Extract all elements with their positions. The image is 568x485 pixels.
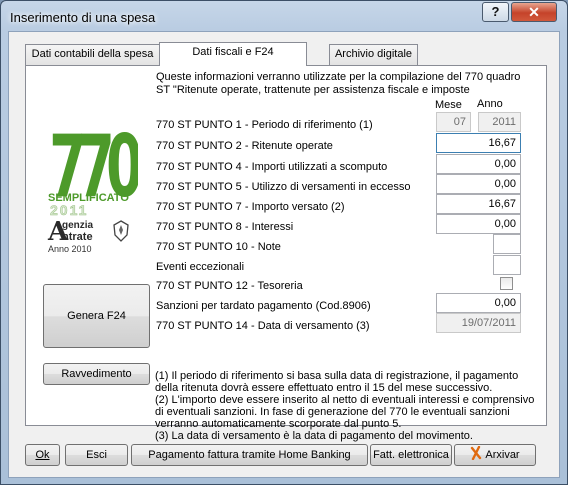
tab-archivio-digitale[interactable]: Archivio digitale xyxy=(329,44,418,65)
help-button[interactable]: ? xyxy=(482,2,509,22)
field-interessi[interactable]: 0,00 xyxy=(436,214,521,234)
esci-label: Esci xyxy=(86,449,107,461)
logo-agenzia-initial: A xyxy=(48,217,69,247)
logo-entrate: ntrate xyxy=(62,231,93,243)
tab-panel-dati-fiscali: 770 SEMPLIFICATO 2011 A genzia ntrate An… xyxy=(25,65,547,442)
arxivar-label: Arxivar xyxy=(485,449,520,461)
field-versamenti-eccesso[interactable]: 0,00 xyxy=(436,174,521,194)
tab-dati-contabili[interactable]: Dati contabili della spesa xyxy=(25,44,160,65)
label-punto-4: 770 ST PUNTO 4 - Importi utilizzati a sc… xyxy=(156,161,388,173)
genera-f24-button[interactable]: Genera F24 xyxy=(43,284,150,348)
label-punto-7: 770 ST PUNTO 7 - Importo versato (2) xyxy=(156,201,345,213)
footnote-line: della ritenuta dovrà essere effettuato e… xyxy=(155,382,493,394)
label-punto-12: 770 ST PUNTO 12 - Tesoreria xyxy=(156,280,303,292)
footnote-line: (1) Il periodo di riferimento si basa su… xyxy=(155,370,519,382)
field-periodo-anno[interactable]: 2011 xyxy=(478,112,521,132)
label-punto-8: 770 ST PUNTO 8 - Interessi xyxy=(156,221,294,233)
title-bar[interactable]: Inserimento di una spesa ? ✕ xyxy=(1,1,567,31)
label-punto-14: 770 ST PUNTO 14 - Data di versamento (3) xyxy=(156,320,370,332)
footnote-line: (2) L'importo deve essere inserito al ne… xyxy=(155,394,535,406)
label-sanzioni: Sanzioni per tardato pagamento (Cod.8906… xyxy=(156,300,371,312)
column-header-anno: Anno xyxy=(477,98,503,110)
checkbox-tesoreria[interactable] xyxy=(500,277,513,290)
footnote-line: (3) La data di versamento è la data di p… xyxy=(155,430,473,442)
field-eventi-eccezionali[interactable] xyxy=(493,255,521,275)
window-title: Inserimento di una spesa xyxy=(10,10,156,25)
fatt-elettronica-label: Fatt. elettronica xyxy=(373,449,449,461)
ok-label: Ok xyxy=(35,449,50,461)
label-punto-2: 770 ST PUNTO 2 - Ritenute operate xyxy=(156,140,333,152)
field-importi-scomputo[interactable]: 0,00 xyxy=(436,154,521,174)
arxivar-button[interactable]: Arxivar xyxy=(454,444,536,466)
field-ritenute-operate[interactable]: 16,67 xyxy=(436,133,521,153)
close-button[interactable]: ✕ xyxy=(511,2,557,22)
logo-year: 2011 xyxy=(50,202,89,219)
emblem-icon xyxy=(113,220,129,242)
modello-770-logo: 770 SEMPLIFICATO 2011 A genzia ntrate An… xyxy=(48,116,150,256)
genera-f24-label: Genera F24 xyxy=(67,310,126,322)
dialog-client-area: Dati contabili della spesa Dati fiscali … xyxy=(8,31,560,478)
fatt-elettronica-button[interactable]: Fatt. elettronica xyxy=(370,444,452,466)
intro-line-1: Queste informazioni verranno utilizzate … xyxy=(156,71,521,83)
ravvedimento-button[interactable]: Ravvedimento xyxy=(43,363,150,385)
ok-button[interactable]: Ok xyxy=(25,444,60,466)
field-data-versamento[interactable]: 19/07/2011 xyxy=(436,313,521,333)
tab-dati-fiscali[interactable]: Dati fiscali e F24 xyxy=(159,42,307,66)
field-note[interactable] xyxy=(493,234,521,254)
field-importo-versato[interactable]: 16,67 xyxy=(436,194,521,214)
footnote-line: di eventuali sanzioni. In fase di genera… xyxy=(155,406,510,418)
logo-anno: Anno 2010 xyxy=(48,244,92,254)
footnote-line: verranno automaticamente scorporate dal … xyxy=(155,418,402,430)
label-punto-5: 770 ST PUNTO 5 - Utilizzo di versamenti … xyxy=(156,181,411,193)
field-periodo-mese[interactable]: 07 xyxy=(436,112,471,132)
esci-button[interactable]: Esci xyxy=(65,444,128,466)
home-banking-button[interactable]: Pagamento fattura tramite Home Banking xyxy=(131,444,368,466)
column-header-mese: Mese xyxy=(435,99,462,111)
dialog-window: Inserimento di una spesa ? ✕ Dati contab… xyxy=(0,0,568,485)
label-punto-1: 770 ST PUNTO 1 - Periodo di riferimento … xyxy=(156,119,373,131)
field-sanzioni[interactable]: 0,00 xyxy=(436,293,521,313)
home-banking-label: Pagamento fattura tramite Home Banking xyxy=(148,449,351,461)
ravvedimento-label: Ravvedimento xyxy=(61,368,132,380)
footnotes: (1) Il periodo di riferimento si basa su… xyxy=(155,370,545,442)
arxivar-icon xyxy=(471,445,482,461)
intro-line-2: ST "Ritenute operate, trattenute per ass… xyxy=(156,84,470,96)
label-eventi-eccezionali: Eventi eccezionali xyxy=(156,261,245,273)
logo-agenzia: genzia xyxy=(62,220,94,231)
label-punto-10: 770 ST PUNTO 10 - Note xyxy=(156,241,281,253)
